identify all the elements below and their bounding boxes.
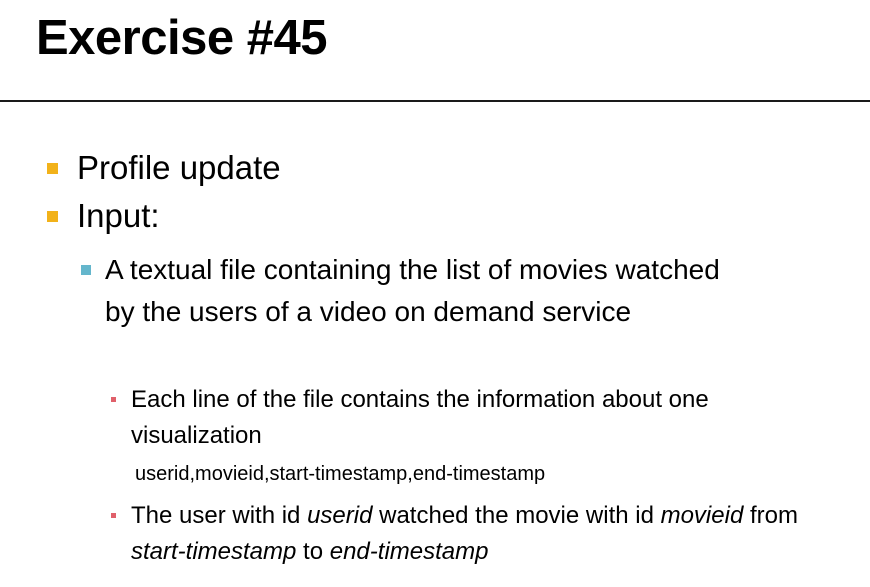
slide-title: Exercise #45 [36, 11, 328, 65]
text-segment: from [743, 502, 798, 529]
bullet-marker-level1 [47, 163, 58, 174]
term-movieid: movieid [660, 502, 744, 529]
bullet-profile-update: Profile update [77, 149, 281, 186]
bullet-marker-level1 [47, 211, 58, 222]
term-userid: userid [307, 502, 373, 529]
bullet-marker-level3 [111, 513, 116, 518]
bullet-marker-level2 [81, 265, 91, 275]
bullet-each-line: Each line of the file contains the infor… [131, 386, 709, 449]
term-end-timestamp: end-timestamp [329, 538, 489, 565]
term-start-timestamp: start-timestamp [131, 538, 297, 565]
title-divider [0, 100, 870, 102]
bullet-input: Input: [77, 197, 160, 234]
text-segment: watched the movie with id [372, 502, 661, 529]
bullet-marker-level3 [111, 397, 116, 402]
text-segment: The user with id [131, 502, 308, 529]
record-format: userid,movieid,start-timestamp,end-times… [135, 463, 546, 485]
bullet-textual-file: A textual file containing the list of mo… [105, 254, 720, 327]
text-segment: to [296, 538, 330, 565]
bullet-user-watched: The user with id userid watched the movi… [131, 498, 831, 570]
